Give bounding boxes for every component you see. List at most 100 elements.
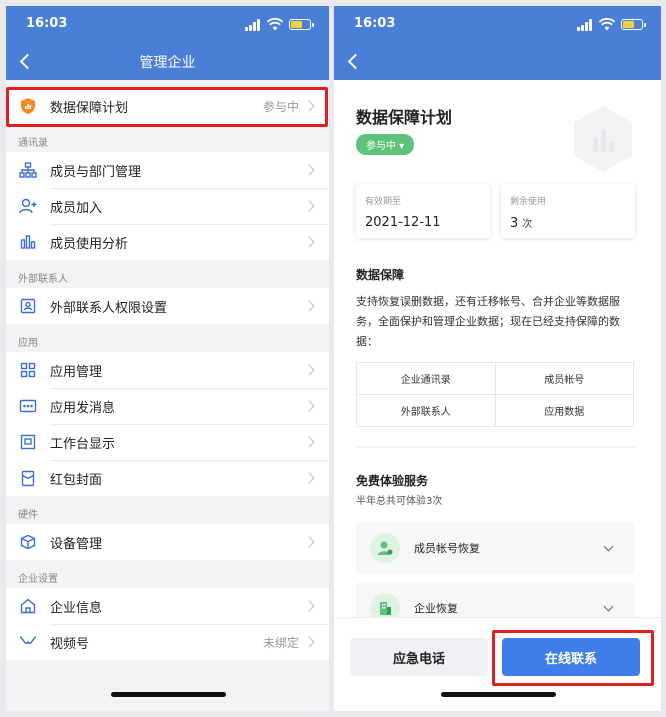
card-label: 有效期至 bbox=[365, 197, 402, 207]
chevron-right-icon bbox=[303, 536, 315, 548]
manage-enterprise-screen: 16:03 管理企业 数据保障计划 参与中 通讯录 成员与部门管理 成员加入 成… bbox=[6, 6, 329, 711]
user-restore-icon bbox=[370, 533, 400, 563]
section-heading-protection: 数据保障 bbox=[356, 268, 405, 282]
list-item-workbench-display[interactable]: 工作台显示 bbox=[6, 424, 329, 460]
status-bar: 16:03 bbox=[26, 16, 314, 34]
signal-icon bbox=[577, 19, 593, 31]
chevron-down-icon bbox=[603, 601, 614, 611]
list-item-label: 成员使用分析 bbox=[50, 236, 129, 252]
chevron-right-icon bbox=[303, 300, 315, 312]
card-unit: 次 bbox=[522, 219, 533, 230]
list-item-label: 外部联系人权限设置 bbox=[50, 300, 168, 316]
list-item-enterprise-info[interactable]: 企业信息 bbox=[6, 588, 329, 624]
list-item-value: 参与中 bbox=[262, 99, 299, 114]
status-pill[interactable]: 参与中 ▾ bbox=[356, 134, 415, 155]
table-cell: 成员帐号 bbox=[494, 362, 634, 395]
wifi-icon bbox=[599, 18, 615, 31]
list-item-label: 工作台显示 bbox=[50, 436, 116, 452]
chevron-down-icon bbox=[603, 541, 614, 551]
contacts-group: 成员与部门管理 成员加入 成员使用分析 bbox=[6, 152, 329, 260]
list-item-member-join[interactable]: 成员加入 bbox=[6, 188, 329, 224]
section-header: 硬件 bbox=[18, 510, 38, 521]
table-row: 外部联系人 应用数据 bbox=[356, 394, 634, 427]
wifi-icon bbox=[267, 18, 283, 31]
section-header: 通讯录 bbox=[18, 138, 48, 149]
red-packet-icon bbox=[18, 468, 38, 488]
card-value: 3次 bbox=[510, 215, 626, 231]
workbench-icon bbox=[18, 432, 38, 452]
list-item-label: 成员与部门管理 bbox=[50, 164, 142, 180]
list-item-member-dept[interactable]: 成员与部门管理 bbox=[6, 152, 329, 188]
list-item-label: 数据保障计划 bbox=[50, 100, 129, 116]
emergency-call-button[interactable]: 应急电话 bbox=[350, 638, 488, 676]
battery-icon bbox=[621, 19, 646, 30]
external-contacts-group: 外部联系人权限设置 bbox=[6, 288, 329, 324]
message-icon bbox=[18, 396, 38, 416]
back-button[interactable] bbox=[344, 50, 366, 72]
list-item-label: 成员加入 bbox=[50, 200, 103, 216]
shield-watermark-icon bbox=[574, 106, 632, 172]
protected-data-table: 企业通讯录 成员帐号 外部联系人 应用数据 bbox=[356, 362, 634, 427]
screenshot-root: 16:03 管理企业 数据保障计划 参与中 通讯录 成员与部门管理 成员加入 成… bbox=[0, 0, 666, 717]
remaining-uses-card: 剩余使用 3次 bbox=[501, 184, 635, 238]
chevron-right-icon bbox=[303, 200, 315, 212]
chevron-right-icon bbox=[303, 472, 315, 484]
apps-grid-icon bbox=[18, 360, 38, 380]
list-item-red-packet-cover[interactable]: 红包封面 bbox=[6, 460, 329, 496]
contact-card-icon bbox=[18, 296, 38, 316]
table-row: 企业通讯录 成员帐号 bbox=[356, 362, 634, 395]
page-title: 数据保障计划 bbox=[356, 108, 453, 127]
add-user-icon bbox=[18, 196, 38, 216]
featured-group: 数据保障计划 参与中 bbox=[6, 88, 329, 124]
table-cell: 应用数据 bbox=[494, 394, 634, 427]
chevron-right-icon bbox=[303, 364, 315, 376]
list-item-label: 红包封面 bbox=[50, 472, 103, 488]
list-item-label: 设备管理 bbox=[50, 536, 103, 552]
shield-icon bbox=[18, 96, 38, 116]
online-contact-button[interactable]: 在线联系 bbox=[502, 638, 640, 676]
list-item-label: 应用发消息 bbox=[50, 400, 116, 416]
page-title: 管理企业 bbox=[139, 55, 196, 71]
section-header: 应用 bbox=[18, 338, 38, 349]
house-icon bbox=[18, 596, 38, 616]
card-value-text: 3 bbox=[510, 216, 519, 231]
table-cell: 外部联系人 bbox=[356, 394, 496, 427]
list-item-video-channel[interactable]: 视频号 未绑定 bbox=[6, 624, 329, 660]
service-item-account-recovery[interactable]: 成员帐号恢复 bbox=[356, 522, 634, 574]
nav-bar: 管理企业 bbox=[6, 46, 329, 76]
header: 16:03 管理企业 bbox=[6, 6, 329, 80]
divider bbox=[356, 447, 635, 448]
chevron-right-icon bbox=[303, 636, 315, 648]
list-item-app-management[interactable]: 应用管理 bbox=[6, 352, 329, 388]
valid-until-card: 有效期至 2021-12-11 bbox=[356, 184, 490, 238]
chevron-right-icon bbox=[303, 164, 315, 176]
service-label: 成员帐号恢复 bbox=[414, 542, 480, 555]
chevron-right-icon bbox=[303, 436, 315, 448]
data-protection-screen: 16:03 数据保障计划 参与中 ▾ 有效期至 2021-12-11 剩余使用 bbox=[334, 6, 661, 711]
table-cell: 企业通讯录 bbox=[356, 362, 496, 395]
section-header: 外部联系人 bbox=[18, 274, 68, 285]
list-item-label: 视频号 bbox=[50, 636, 90, 652]
list-item-app-message[interactable]: 应用发消息 bbox=[6, 388, 329, 424]
chevron-right-icon bbox=[303, 100, 315, 112]
status-time: 16:03 bbox=[26, 16, 68, 31]
card-label: 剩余使用 bbox=[510, 197, 547, 207]
card-value: 2021-12-11 bbox=[365, 215, 481, 230]
list-item-label: 应用管理 bbox=[50, 364, 103, 380]
hardware-group: 设备管理 bbox=[6, 524, 329, 560]
status-pill-label: 参与中 bbox=[366, 141, 396, 152]
list-item-data-protection[interactable]: 数据保障计划 参与中 bbox=[6, 88, 329, 124]
list-item-value: 未绑定 bbox=[262, 635, 299, 650]
home-indicator bbox=[440, 692, 556, 697]
list-item-external-permissions[interactable]: 外部联系人权限设置 bbox=[6, 288, 329, 324]
video-channel-icon bbox=[18, 632, 38, 652]
section-header: 企业设置 bbox=[18, 574, 58, 585]
enterprise-settings-group: 企业信息 视频号 未绑定 bbox=[6, 588, 329, 660]
device-cube-icon bbox=[18, 532, 38, 552]
list-item-label: 企业信息 bbox=[50, 600, 103, 616]
list-item-device-management[interactable]: 设备管理 bbox=[6, 524, 329, 560]
apps-group: 应用管理 应用发消息 工作台显示 红包封面 bbox=[6, 352, 329, 496]
status-icons bbox=[245, 18, 314, 31]
list-item-usage-analysis[interactable]: 成员使用分析 bbox=[6, 224, 329, 260]
org-chart-icon bbox=[18, 160, 38, 180]
